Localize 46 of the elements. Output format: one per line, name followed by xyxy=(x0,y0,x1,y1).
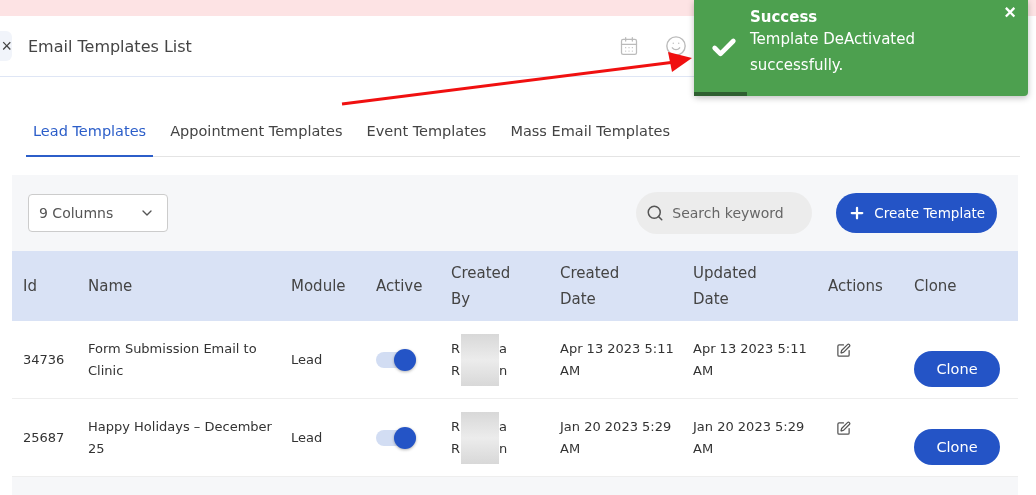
table-cell-text: Happy Holidays – December 25 xyxy=(88,417,273,458)
table-cell-text: Jan 20 2023 5:29 AM xyxy=(693,417,806,458)
column-header: Module xyxy=(291,276,347,297)
name-fragment: R xyxy=(451,441,461,456)
column-header: Name xyxy=(88,276,134,297)
active-toggle[interactable] xyxy=(376,429,416,446)
page-title: Email Templates List xyxy=(28,36,192,56)
redaction-blur xyxy=(461,333,499,386)
face-icon[interactable] xyxy=(665,35,687,57)
table-cell-text: 34736 xyxy=(23,350,66,369)
table-cell-text: Apr 13 2023 5:11 AM xyxy=(560,339,675,380)
tab[interactable]: Event Templates xyxy=(359,111,494,157)
table-cell-text: Form Submission Email to Clinic xyxy=(88,339,258,380)
table-cell-text: Lead xyxy=(291,350,324,369)
column-header: Active xyxy=(376,276,424,297)
name-fragment: R xyxy=(451,341,461,356)
column-header: Actions xyxy=(828,276,884,297)
table-cell-text: 25687 xyxy=(23,428,66,447)
tab[interactable]: Lead Templates xyxy=(26,111,154,157)
search-icon xyxy=(646,204,665,222)
clone-button[interactable]: Clone xyxy=(914,350,1000,387)
search-field[interactable]: Search keyword xyxy=(636,192,813,234)
name-fragment: a xyxy=(499,341,508,356)
column-header: Id xyxy=(23,276,38,297)
clone-button[interactable]: Clone xyxy=(914,428,1000,465)
column-header: Clone xyxy=(914,276,958,297)
toast-title: Success xyxy=(750,8,819,26)
name-fragment: R xyxy=(451,363,461,378)
column-header: Updated Date xyxy=(693,263,758,310)
column-header: Created Date xyxy=(560,263,621,310)
name-fragment: n xyxy=(499,363,509,378)
table-cell-text: Apr 13 2023 5:11 AM xyxy=(693,339,808,380)
name-fragment: n xyxy=(499,441,509,456)
name-fragment: a xyxy=(499,419,508,434)
column-header: Created By xyxy=(451,263,512,310)
active-toggle[interactable] xyxy=(376,351,416,368)
toast-message: Template DeActivated successfully. xyxy=(750,29,916,76)
tab[interactable]: Mass Email Templates xyxy=(503,111,678,157)
columns-select[interactable]: 9 Columns xyxy=(28,194,168,232)
redaction-blur xyxy=(461,411,499,464)
table-cell-text: Lead xyxy=(291,428,324,447)
close-button[interactable]: × xyxy=(0,31,12,61)
create-template-button[interactable]: Create Template xyxy=(836,193,997,233)
tab[interactable]: Appointment Templates xyxy=(163,111,350,157)
name-fragment: R xyxy=(451,419,461,434)
table-cell-text: Jan 20 2023 5:29 AM xyxy=(560,417,673,458)
